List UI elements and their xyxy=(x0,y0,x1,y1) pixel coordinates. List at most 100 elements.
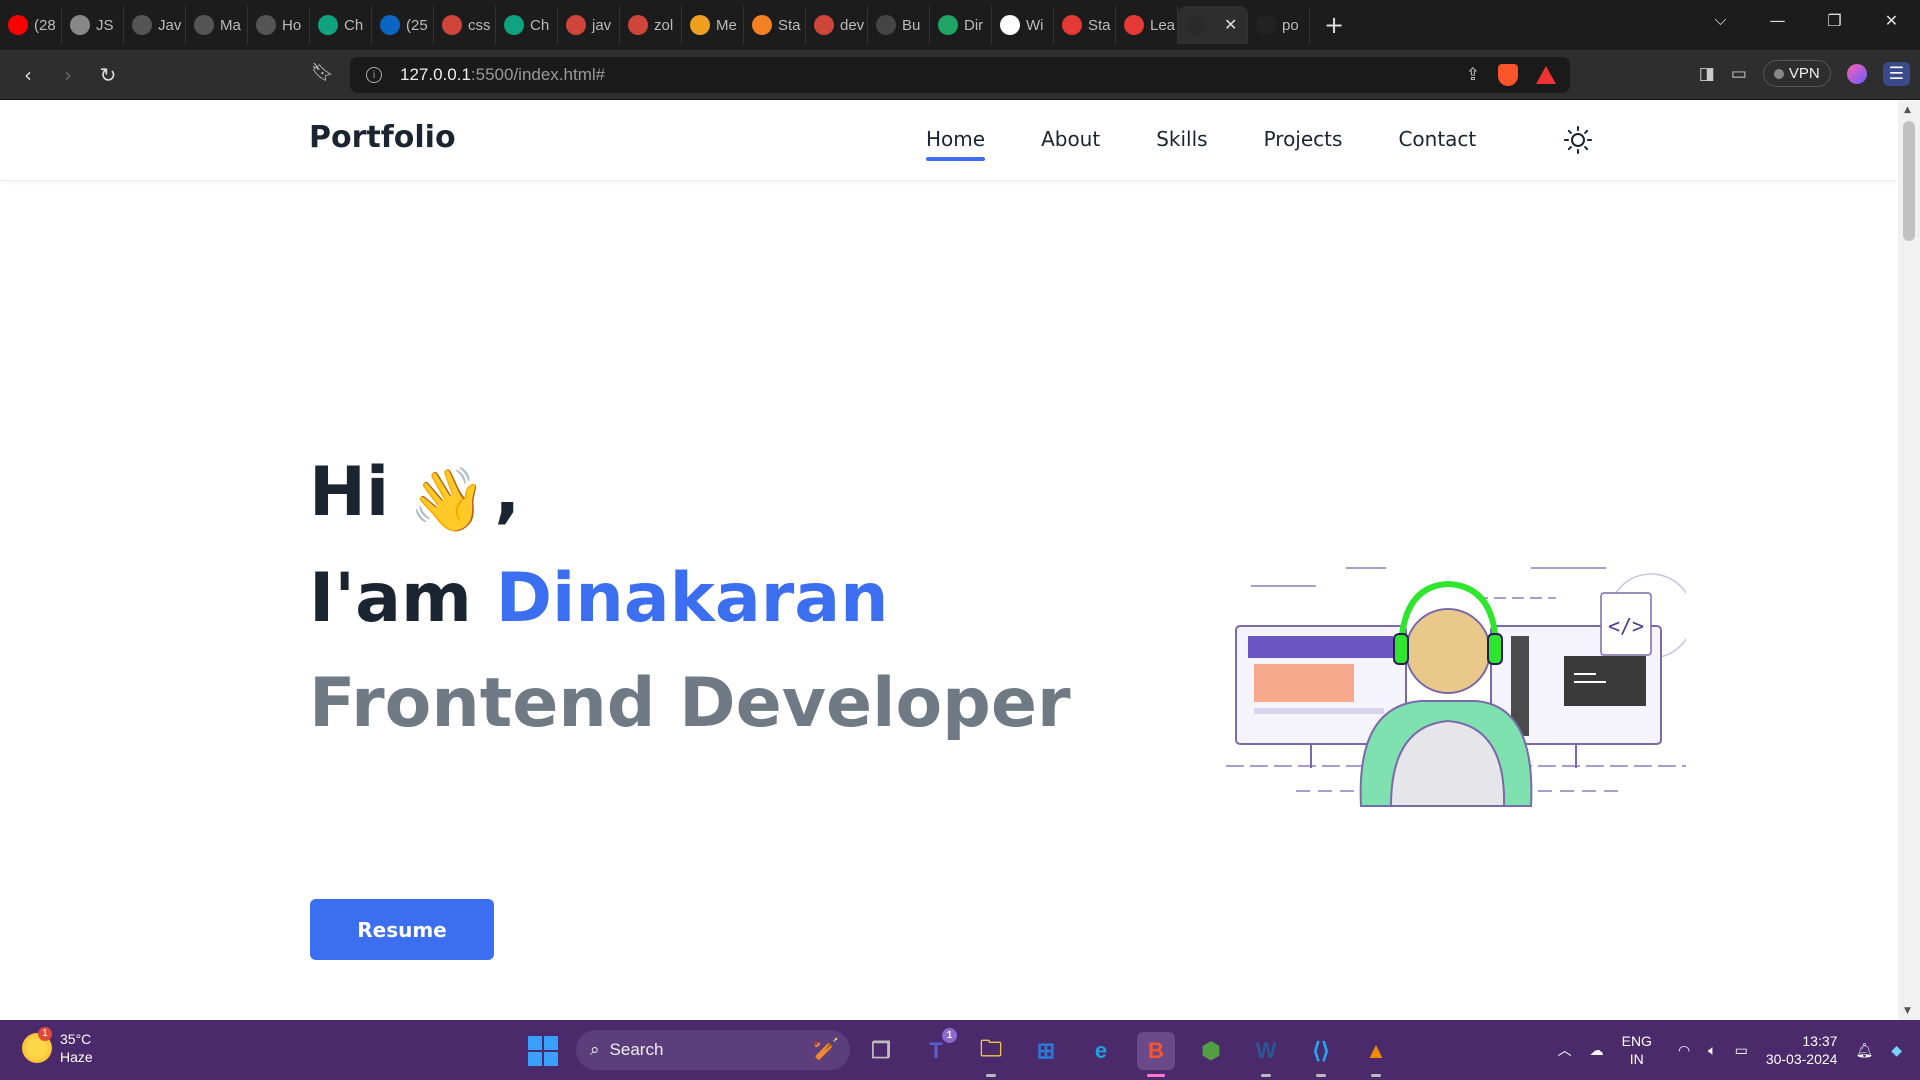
ms-store-app-icon[interactable]: ⊞ xyxy=(1027,1032,1065,1070)
onedrive-icon[interactable]: ☁ xyxy=(1590,1042,1604,1059)
brave-shields-icon[interactable] xyxy=(1498,64,1518,86)
vscode-app-icon[interactable]: ⟨⟩ xyxy=(1302,1032,1340,1077)
browser-tab[interactable]: Sta xyxy=(744,6,806,44)
site-info-icon[interactable]: i xyxy=(366,67,382,83)
browser-tab[interactable]: dev xyxy=(806,6,868,44)
browser-tab[interactable]: Jav xyxy=(124,6,186,44)
nav-link-skills[interactable]: Skills xyxy=(1156,127,1207,161)
browser-tab[interactable]: css xyxy=(434,6,496,44)
copilot-icon[interactable]: ◆ xyxy=(1891,1042,1902,1059)
taskbar-search-box[interactable]: ⌕ Search 🏏 xyxy=(576,1030,850,1070)
new-tab-button[interactable]: + xyxy=(1310,11,1358,39)
share-icon[interactable]: ⇪ xyxy=(1466,65,1480,85)
browser-tab[interactable]: Ch xyxy=(310,6,372,44)
browser-tab[interactable]: (28 xyxy=(0,6,62,44)
linkedin-icon xyxy=(380,15,400,35)
iam-text: I'am xyxy=(309,559,472,638)
back-button[interactable]: ‹ xyxy=(8,63,48,87)
browser-tab[interactable]: Ch xyxy=(496,6,558,44)
forward-button[interactable]: › xyxy=(48,63,88,87)
scrollbar-thumb[interactable] xyxy=(1903,121,1915,241)
browser-tab[interactable]: Sta xyxy=(1054,6,1116,44)
chatgpt-icon xyxy=(504,15,524,35)
brave-rewards-icon[interactable] xyxy=(1536,66,1556,84)
browser-tab[interactable]: Dir xyxy=(930,6,992,44)
wallet-icon[interactable]: ▭ xyxy=(1731,64,1747,84)
browser-tab[interactable]: Ma xyxy=(186,6,248,44)
tab-title: zol xyxy=(654,16,674,34)
browser-tab[interactable]: Me xyxy=(682,6,744,44)
browser-tab[interactable]: Wi xyxy=(992,6,1054,44)
running-indicator xyxy=(1371,1074,1381,1077)
teams-app-icon[interactable]: T1 xyxy=(917,1028,957,1070)
tab-title: Wi xyxy=(1026,16,1044,34)
greeting-text: Hi xyxy=(309,453,390,532)
vpn-button[interactable]: VPN xyxy=(1762,60,1831,87)
browser-tab[interactable]: Ho xyxy=(248,6,310,44)
tab-title: Ma xyxy=(220,16,241,34)
wifi-icon[interactable]: ◠ xyxy=(1678,1042,1690,1059)
notification-bell-icon[interactable]: 🔔︎ xyxy=(1855,1042,1873,1059)
volume-icon[interactable]: 🔈︎ xyxy=(1708,1042,1716,1059)
nodejs-app-icon[interactable]: ⬢ xyxy=(1192,1032,1230,1070)
browser-tab[interactable]: (25 xyxy=(372,6,434,44)
bookmark-icon[interactable]: 🔖︎ xyxy=(311,62,334,83)
bookmark-doc-icon xyxy=(876,15,896,35)
nav-link-about[interactable]: About xyxy=(1041,127,1100,161)
restore-button[interactable]: ❐ xyxy=(1806,11,1863,30)
browser-tab[interactable]: JS xyxy=(62,6,124,44)
google-drive-icon xyxy=(938,15,958,35)
sidebar-toggle-icon[interactable]: ◨ xyxy=(1699,64,1715,84)
input-language[interactable]: ENG IN xyxy=(1622,1032,1652,1068)
file-explorer-app-icon[interactable]: 🗀 xyxy=(972,1032,1010,1077)
brave-search-icon xyxy=(442,15,462,35)
task-view-glyph: ❐ xyxy=(871,1038,891,1063)
weather-badge: 1 xyxy=(38,1027,52,1041)
vlc-app-icon[interactable]: ▲ xyxy=(1357,1032,1395,1077)
close-tab-icon[interactable]: ✕ xyxy=(1224,15,1237,35)
system-clock[interactable]: 13:37 30-03-2024 xyxy=(1766,1032,1838,1068)
tab-title: Me xyxy=(716,16,737,34)
brave-search-icon xyxy=(814,15,834,35)
tab-title: Ho xyxy=(282,16,302,34)
scroll-down-icon[interactable]: ▼ xyxy=(1904,1006,1911,1016)
browser-tab[interactable]: zol xyxy=(620,6,682,44)
tab-title: Sta xyxy=(1088,16,1111,34)
scroll-up-icon[interactable]: ▲ xyxy=(1904,105,1911,115)
resume-button[interactable]: Resume xyxy=(310,899,494,960)
nav-link-home[interactable]: Home xyxy=(926,127,986,161)
weather-haze-icon: 1 xyxy=(22,1027,52,1063)
site-logo[interactable]: Portfolio xyxy=(309,120,456,155)
reload-button[interactable]: ↻ xyxy=(88,63,128,87)
windows-start-icon[interactable] xyxy=(528,1036,558,1066)
leo-ai-icon[interactable] xyxy=(1846,63,1867,84)
page-scrollbar[interactable]: ▲ ▼ xyxy=(1898,101,1920,1020)
hashnode-icon xyxy=(256,15,276,35)
close-window-button[interactable]: ✕ xyxy=(1863,11,1920,30)
show-hidden-icons-chevron-icon[interactable]: ︿ xyxy=(1558,1040,1572,1060)
ms-store-glyph: ⊞ xyxy=(1036,1038,1056,1063)
battery-icon[interactable]: ▭ xyxy=(1735,1042,1748,1059)
nav-link-contact[interactable]: Contact xyxy=(1398,127,1476,161)
hero-greeting: Hi 👋, xyxy=(309,453,520,537)
waving-hand-icon: 👋 xyxy=(409,463,487,536)
minimize-button[interactable]: — xyxy=(1749,11,1806,30)
vpn-label: VPN xyxy=(1788,65,1820,82)
browser-tab[interactable]: po xyxy=(1248,6,1310,44)
brave-app-icon[interactable]: B xyxy=(1137,1032,1175,1077)
theme-toggle-sun-icon[interactable] xyxy=(1563,125,1593,155)
browser-tab[interactable]: jav xyxy=(558,6,620,44)
task-view-app-icon[interactable]: ❐ xyxy=(862,1032,900,1070)
browser-tab[interactable]: ✕ xyxy=(1178,6,1248,44)
address-bar[interactable]: i 127.0.0.1:5500/index.html# ⇪ xyxy=(350,57,1570,93)
url-host: 127.0.0.1 xyxy=(400,65,471,84)
edge-app-icon[interactable]: e xyxy=(1082,1032,1120,1070)
weather-widget[interactable]: 1 35°C Haze xyxy=(22,1027,93,1066)
tab-search-chevron-icon[interactable]: ⌵ xyxy=(1692,10,1749,30)
browser-tab[interactable]: Lea xyxy=(1116,6,1178,44)
taskbar-apps: ❐ T 1 🗀 ⊞ e B ⬢ W ⟨⟩ ▲ xyxy=(862,1028,1395,1077)
hamburger-menu-icon[interactable]: ☰ xyxy=(1882,61,1910,86)
browser-tab[interactable]: Bu xyxy=(868,6,930,44)
nav-link-projects[interactable]: Projects xyxy=(1264,127,1343,161)
word-app-icon[interactable]: W xyxy=(1247,1032,1285,1077)
